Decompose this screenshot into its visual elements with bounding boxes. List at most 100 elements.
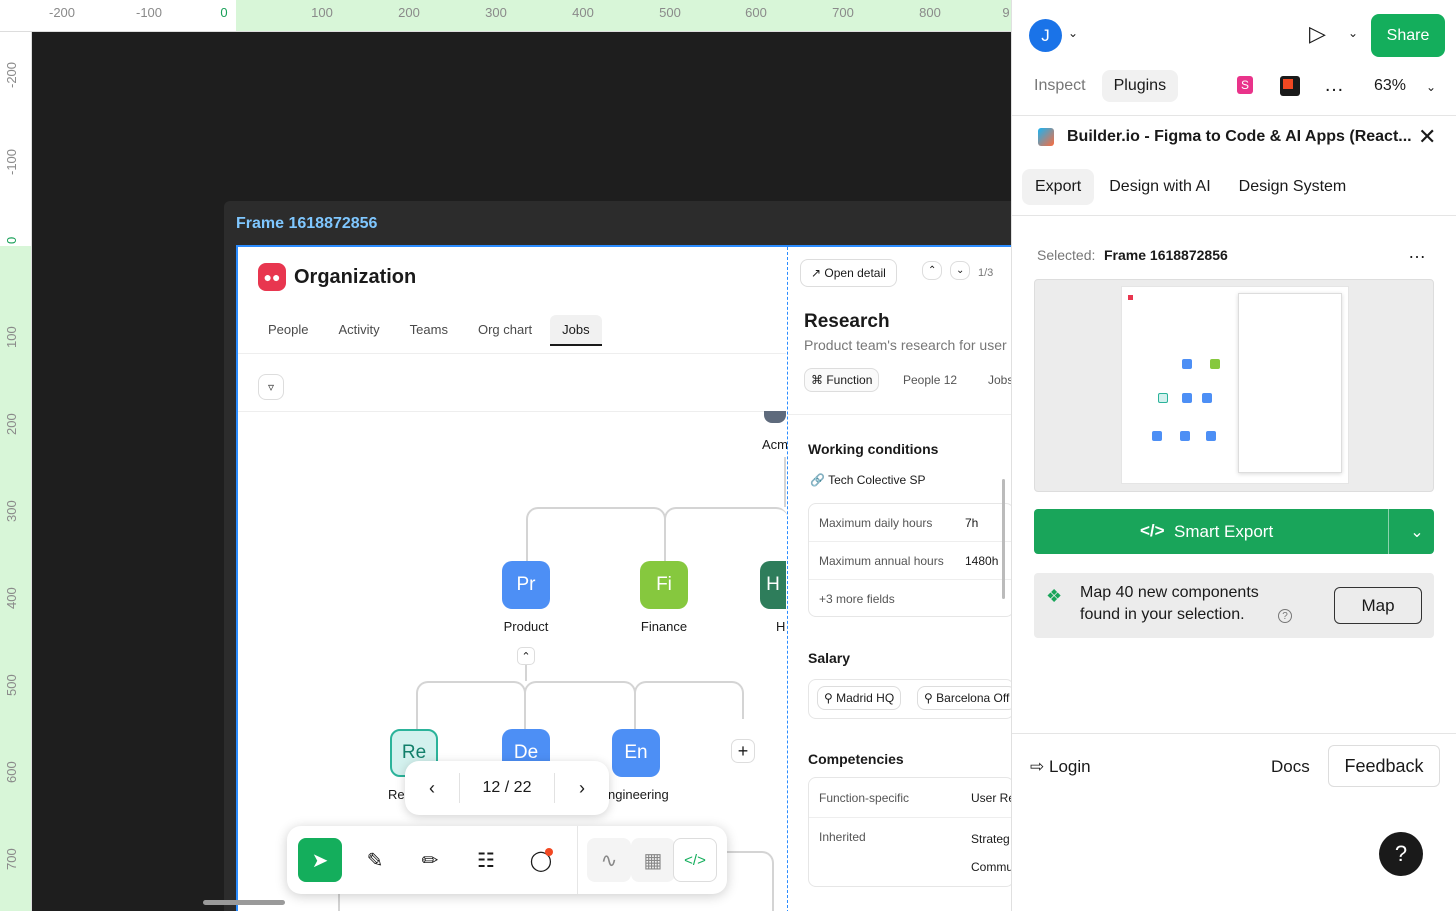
node-h[interactable]: H: [760, 561, 786, 609]
divider: [788, 414, 1011, 415]
node-abbr: En: [624, 742, 648, 763]
tree-line: [525, 665, 527, 681]
kv-key: Maximum daily hours: [819, 515, 933, 530]
open-detail-button[interactable]: ↗ Open detail: [800, 259, 897, 287]
tab-activity[interactable]: Activity: [326, 315, 391, 346]
node-abbr: Fi: [656, 574, 672, 595]
kv-value: Commu: [971, 860, 1011, 874]
kv-key: Function-specific: [819, 790, 910, 805]
ruler-tick: 100: [4, 326, 19, 348]
map-text-line2: found in your selection.: [1080, 606, 1245, 623]
chip-jobs[interactable]: Jobs: [988, 373, 1011, 387]
kv-value: 7h: [965, 515, 979, 530]
tab-jobs[interactable]: Jobs: [550, 315, 602, 346]
panel-tabs: Inspect Plugins: [1022, 70, 1179, 102]
chevron-down-icon[interactable]: ⌄: [1068, 26, 1078, 40]
tree-connector: [524, 681, 636, 729]
chevron-down-icon[interactable]: ⌄: [1348, 26, 1358, 40]
tech-collective-link[interactable]: 🔗 Tech Colective SP: [810, 473, 925, 487]
login-link[interactable]: ⇨ Login: [1030, 757, 1091, 777]
avatar[interactable]: J: [1029, 19, 1062, 52]
ruler-tick: 0: [4, 236, 19, 244]
tab-teams[interactable]: Teams: [398, 315, 460, 346]
node-product[interactable]: Pr: [502, 561, 550, 609]
eyedropper-icon: ✎: [366, 849, 384, 872]
node-finance[interactable]: Fi: [640, 561, 688, 609]
tab-plugins[interactable]: Plugins: [1101, 70, 1179, 102]
expand-icon: ↗: [811, 266, 822, 280]
scribble-icon: ∿: [600, 849, 618, 872]
annotate-button[interactable]: ☷: [464, 838, 508, 882]
smart-export-dropdown[interactable]: ⌄: [1400, 509, 1434, 554]
move-tool-button[interactable]: ➤: [298, 838, 342, 882]
info-icon[interactable]: ?: [1278, 609, 1292, 623]
tab-design-with-ai[interactable]: Design with AI: [1096, 169, 1223, 205]
node-engineering[interactable]: En: [612, 729, 660, 777]
frame-label[interactable]: Frame 1618872856: [236, 215, 377, 233]
ruler-tick: 200: [4, 413, 19, 435]
right-panel: J ⌄ ▷ ⌄ Share Inspect Plugins S … 63% ⌄ …: [1011, 0, 1456, 911]
node-label: Finance: [640, 619, 688, 634]
play-icon[interactable]: ▷: [1309, 21, 1326, 47]
location-chip[interactable]: ⚲ Barcelona Off: [917, 686, 1011, 710]
chevron-up-icon: ⌃: [521, 650, 531, 663]
help-button[interactable]: ?: [1379, 832, 1423, 876]
tab-export[interactable]: Export: [1022, 169, 1095, 205]
tab-people[interactable]: People: [256, 315, 320, 346]
plugin-s-icon[interactable]: S: [1237, 76, 1253, 94]
draw-button[interactable]: ∿: [587, 838, 631, 882]
add-node-button[interactable]: +: [731, 739, 755, 763]
horizontal-scrollbar[interactable]: [203, 900, 285, 905]
feedback-button[interactable]: Feedback: [1328, 745, 1440, 787]
plugin-title: Builder.io - Figma to Code & AI Apps (Re…: [1067, 128, 1412, 145]
prev-frame-button[interactable]: ‹: [405, 778, 459, 799]
tab-org-chart[interactable]: Org chart: [466, 315, 544, 346]
smart-export-button[interactable]: </> Smart Export: [1034, 509, 1434, 554]
salary-title: Salary: [808, 650, 851, 666]
open-detail-label: Open detail: [824, 266, 886, 280]
tab-inspect[interactable]: Inspect: [1022, 70, 1098, 102]
comment-button[interactable]: ◯: [519, 838, 563, 882]
chip-function[interactable]: ⌘ Function: [804, 368, 880, 392]
separator: [577, 826, 578, 894]
more-fields-link[interactable]: +3 more fields: [809, 580, 1011, 618]
zoom-level[interactable]: 63%: [1374, 77, 1406, 95]
link-icon: 🔗: [810, 473, 825, 487]
ruler-icon: ✏: [421, 849, 439, 872]
chevron-down-icon: ⌄: [956, 265, 965, 276]
code-icon: </>: [684, 851, 706, 869]
next-item-button[interactable]: ⌄: [950, 261, 971, 280]
docs-link[interactable]: Docs: [1271, 757, 1310, 777]
more-icon[interactable]: …: [1324, 74, 1344, 97]
selected-frame[interactable]: ●● Organization People Activity Teams Or…: [236, 245, 1011, 911]
dev-mode-button[interactable]: </>: [673, 838, 717, 882]
ruler-tick: -100: [4, 148, 19, 175]
salary-box: ⚲ Madrid HQ ⚲ Barcelona Off: [808, 679, 1011, 719]
chevron-down-icon[interactable]: ⌄: [1426, 80, 1436, 94]
location-chip[interactable]: ⚲ Madrid HQ: [817, 686, 902, 710]
share-button[interactable]: Share: [1371, 14, 1445, 57]
tab-design-system[interactable]: Design System: [1226, 169, 1360, 205]
color-picker-button[interactable]: ✎: [353, 838, 397, 882]
filter-icon: ▿: [267, 380, 275, 394]
prev-item-button[interactable]: ⌃: [922, 261, 943, 280]
tree-connector: [416, 681, 526, 729]
scrollbar[interactable]: [1002, 479, 1005, 599]
chip-people[interactable]: People 12: [903, 373, 957, 387]
more-icon[interactable]: …: [1408, 242, 1426, 263]
table-button[interactable]: ▦: [631, 838, 675, 882]
measure-button[interactable]: ✏: [408, 838, 452, 882]
plugin-builder-icon[interactable]: [1280, 76, 1300, 96]
item-counter: 1/3: [978, 267, 994, 279]
filter-button[interactable]: ▿: [258, 374, 284, 400]
node-abbr: Pr: [516, 574, 536, 595]
frame-pager: ‹ 12 / 22 ›: [405, 761, 609, 815]
chevron-down-icon: ⌄: [1410, 523, 1424, 541]
cursor-icon: ➤: [311, 849, 329, 872]
top-node-label: Acm: [762, 437, 788, 452]
close-icon[interactable]: ✕: [1418, 124, 1436, 150]
collapse-button[interactable]: ⌃: [517, 647, 535, 665]
map-button[interactable]: Map: [1334, 587, 1422, 624]
next-frame-button[interactable]: ›: [555, 778, 609, 799]
builder-logo-icon: [1038, 128, 1054, 146]
